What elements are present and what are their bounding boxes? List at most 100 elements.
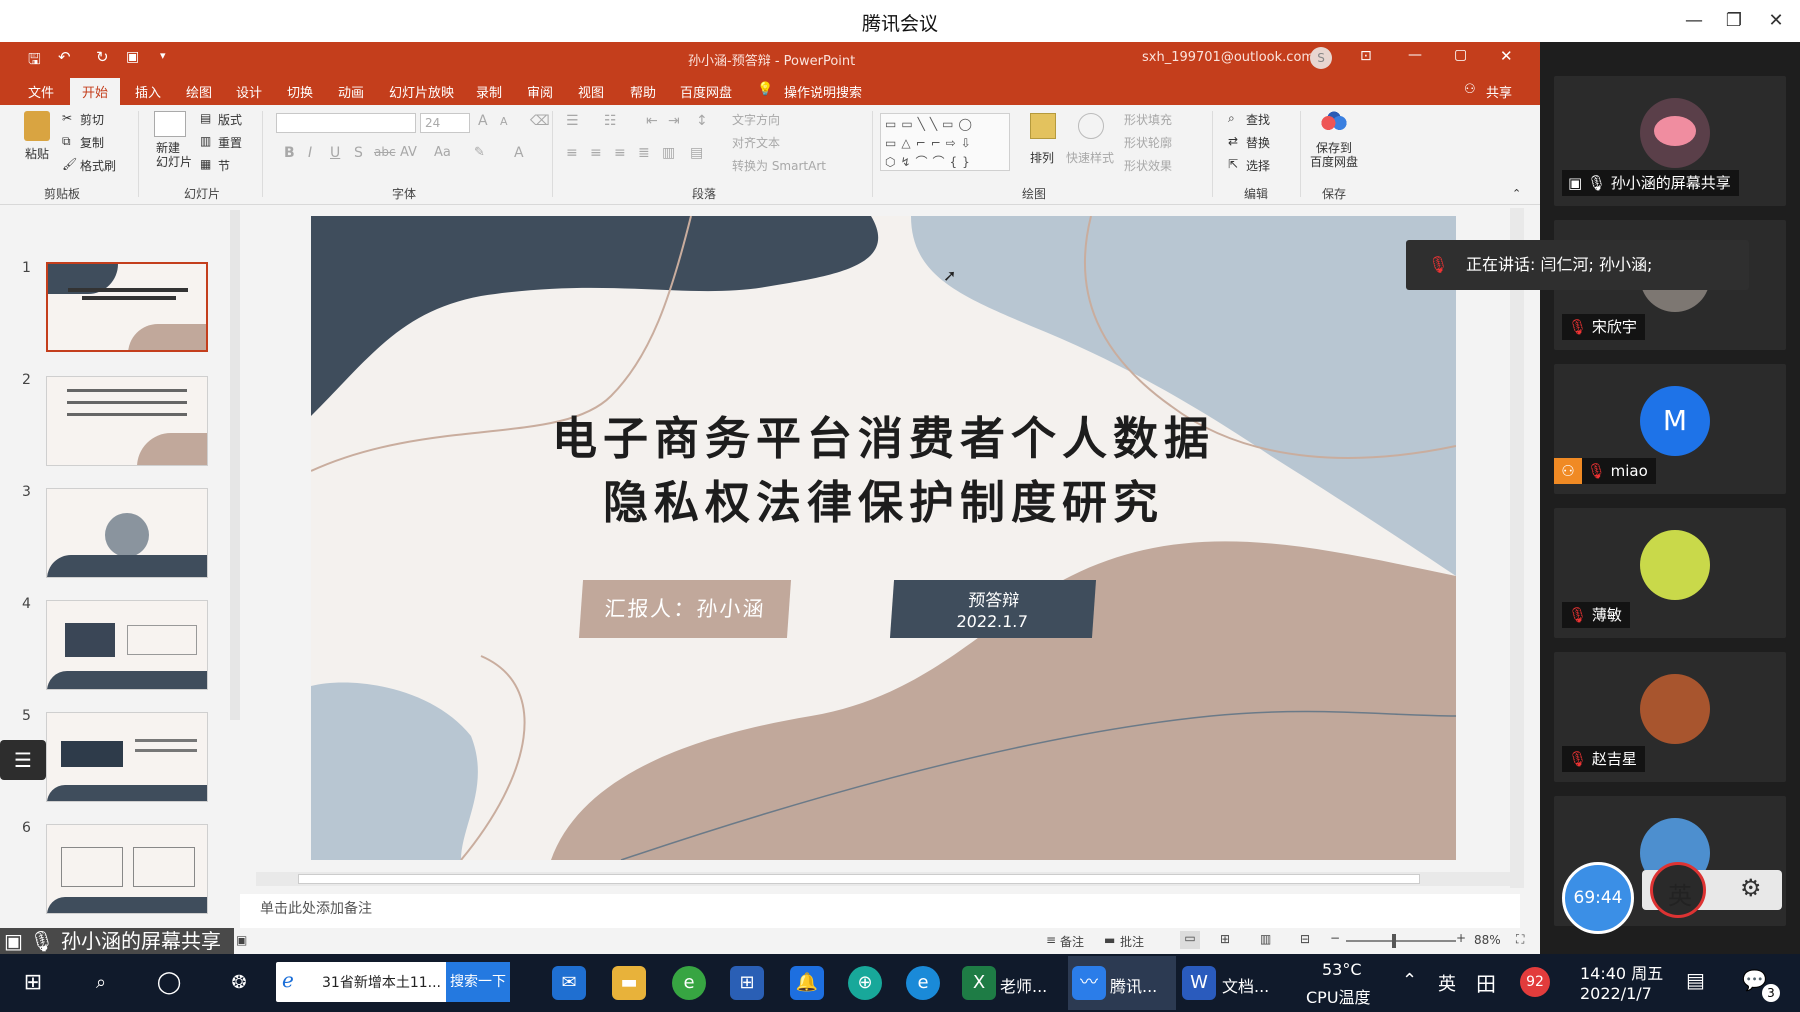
decrease-indent-icon[interactable]: ⇤ — [646, 113, 658, 129]
replace-button[interactable]: 替换 — [1246, 134, 1270, 151]
arrange-icon[interactable] — [1030, 113, 1056, 139]
restore-icon[interactable]: ❐ — [1718, 6, 1750, 36]
redo-icon[interactable]: ↻ — [96, 48, 109, 66]
save-to-baidu-button[interactable]: 保存到 百度网盘 — [1310, 141, 1358, 169]
paste-button[interactable]: 粘贴 — [25, 145, 49, 162]
thumbs-scrollbar[interactable] — [230, 210, 240, 720]
timer-badge[interactable]: 69:44 — [1562, 862, 1634, 934]
shadow-icon[interactable]: S — [354, 145, 363, 161]
paste-icon[interactable] — [24, 111, 50, 141]
participant-tile[interactable]: M ⚇ 🎙 miao — [1554, 364, 1786, 494]
participant-tile[interactable]: 🎙 薄敏 — [1554, 508, 1786, 638]
notes-placeholder[interactable]: 单击此处添加备注 — [260, 898, 372, 918]
zoom-out-icon[interactable]: − — [1330, 931, 1340, 945]
tab-animations[interactable]: 动画 — [338, 82, 364, 101]
keyboard-grid-icon[interactable]: 田 — [1476, 968, 1496, 997]
tab-review[interactable]: 审阅 — [527, 82, 553, 101]
ime-toolbar[interactable]: 英 ⚙ — [1642, 862, 1782, 918]
event-box[interactable]: 预答辩 2022.1.7 — [889, 580, 1097, 638]
align-text-button[interactable]: 对齐文本 — [732, 134, 780, 151]
qat-dropdown-icon[interactable]: ▾ — [160, 49, 166, 62]
layout-icon[interactable]: ▤ — [200, 111, 211, 125]
comments-toggle[interactable]: 批注 — [1120, 933, 1144, 950]
tab-slideshow[interactable]: 幻灯片放映 — [389, 82, 454, 101]
convert-smartart-button[interactable]: 转换为 SmartArt — [732, 157, 826, 174]
reset-icon[interactable]: ▥ — [200, 134, 211, 148]
ribbon-display-icon[interactable]: ⊡ — [1360, 48, 1372, 64]
taskbar-excel-label[interactable]: 老师... — [1000, 973, 1047, 997]
excel-icon[interactable]: X — [962, 966, 996, 1000]
search-icon[interactable]: ⌕ — [84, 966, 118, 1000]
layout-button[interactable]: 版式 — [218, 111, 242, 128]
zoom-slider[interactable] — [1346, 940, 1456, 942]
ime-indicator[interactable]: 英 — [1438, 970, 1456, 996]
clock-time[interactable]: 14:40 周五 — [1580, 960, 1663, 984]
comments-icon[interactable]: ▬ — [1104, 933, 1115, 947]
fit-slide-icon[interactable]: ⛶ — [1516, 932, 1524, 947]
reporter-label[interactable]: 汇报人：孙小涵 — [578, 580, 792, 638]
taskbar-search-text[interactable]: 31省新增本土11... — [322, 972, 441, 992]
show-hidden-icons-icon[interactable]: ⌃ — [1402, 970, 1417, 991]
task-view-icon[interactable]: ❂ — [222, 966, 256, 1000]
ppt-close-icon[interactable]: ✕ — [1500, 47, 1513, 65]
collapse-ribbon-icon[interactable]: ⌃ — [1512, 187, 1521, 200]
slideshow-view-icon[interactable]: ⊟ — [1300, 932, 1310, 946]
slide-sorter-status-icon[interactable]: ▣ — [236, 933, 247, 947]
app-icon[interactable]: ⊕ — [848, 966, 882, 1000]
bold-icon[interactable]: B — [284, 145, 295, 161]
notes-icon[interactable]: ≡ — [1046, 933, 1056, 947]
slide-title-line1[interactable]: 电子商务平台消费者个人数据 — [311, 402, 1456, 467]
arrange-button[interactable]: 排列 — [1030, 149, 1054, 166]
edge-icon[interactable]: e — [906, 966, 940, 1000]
text-direction-button[interactable]: 文字方向 — [732, 111, 780, 128]
find-button[interactable]: 查找 — [1246, 111, 1270, 128]
align-center-icon[interactable]: ≡ — [590, 145, 602, 161]
thumb-slide-1[interactable] — [46, 262, 208, 352]
word-icon[interactable]: W — [1182, 966, 1216, 1000]
search-icon[interactable]: ⌕ — [1228, 111, 1235, 126]
thumb-slide-3[interactable] — [46, 488, 208, 578]
tab-help[interactable]: 帮助 — [630, 82, 656, 101]
shapes-gallery[interactable]: ▭▭╲╲▭◯ ▭△⌐⌐⇨⇩ ⬡↯⌒⌒{} — [880, 113, 1010, 171]
zoom-in-icon[interactable]: + — [1456, 931, 1466, 945]
settings-gear-icon[interactable]: ⚙ — [1740, 874, 1762, 902]
format-painter-icon[interactable]: 🖌 — [62, 157, 77, 171]
close-icon[interactable]: ✕ — [1760, 6, 1792, 36]
reset-button[interactable]: 重置 — [218, 134, 242, 151]
clock-date[interactable]: 2022/1/7 — [1580, 984, 1652, 1003]
browser-360-icon[interactable]: e — [672, 966, 706, 1000]
new-slide-button[interactable]: 新建 幻灯片 — [156, 141, 192, 169]
meeting-list-icon[interactable]: ☰ — [0, 740, 46, 780]
tab-draw[interactable]: 绘图 — [186, 82, 212, 101]
replace-icon[interactable]: ⇄ — [1228, 134, 1238, 148]
windows-start-icon[interactable]: ⊞ — [16, 966, 50, 1000]
bullets-icon[interactable]: ☰ — [566, 113, 579, 129]
tencent-meeting-icon[interactable]: 〰 — [1072, 966, 1106, 1000]
grow-font-icon[interactable]: A — [478, 113, 488, 129]
slide-title-line2[interactable]: 隐私权法律保护制度研究 — [311, 466, 1456, 531]
tab-home[interactable]: 开始 — [70, 78, 121, 107]
distributed-icon[interactable]: ▥ — [662, 145, 675, 161]
thumb-slide-5[interactable] — [46, 712, 208, 802]
taskbar-word-label[interactable]: 文档... — [1222, 973, 1269, 997]
undo-icon[interactable]: ↶ — [58, 48, 71, 66]
participant-tile[interactable]: ▣ 🎙 孙小涵的屏幕共享 — [1554, 76, 1786, 206]
shape-fill-button[interactable]: 形状填充 — [1124, 111, 1172, 128]
change-case-icon[interactable]: Aa — [434, 145, 451, 160]
vertical-scrollbar[interactable] — [1510, 208, 1524, 888]
justify-icon[interactable]: ≣ — [638, 145, 650, 161]
italic-icon[interactable]: I — [308, 145, 312, 161]
line-spacing-icon[interactable]: ↕ — [696, 113, 708, 129]
font-name-dropdown[interactable] — [276, 113, 416, 133]
new-slide-icon[interactable] — [154, 111, 186, 137]
thumb-slide-6[interactable] — [46, 824, 208, 914]
save-icon[interactable]: 🖫 — [28, 49, 41, 74]
horizontal-scroll-thumb[interactable] — [298, 874, 1420, 884]
tab-file[interactable]: 文件 — [28, 82, 54, 101]
highlight-icon[interactable]: ✎ — [474, 145, 485, 160]
tab-record[interactable]: 录制 — [476, 82, 502, 101]
tab-transitions[interactable]: 切换 — [287, 82, 313, 101]
shape-outline-button[interactable]: 形状轮廓 — [1124, 134, 1172, 151]
store-icon[interactable]: ⊞ — [730, 966, 764, 1000]
taskbar-search-box[interactable]: ℯ 31省新增本土11... 搜索一下 — [276, 962, 510, 1002]
